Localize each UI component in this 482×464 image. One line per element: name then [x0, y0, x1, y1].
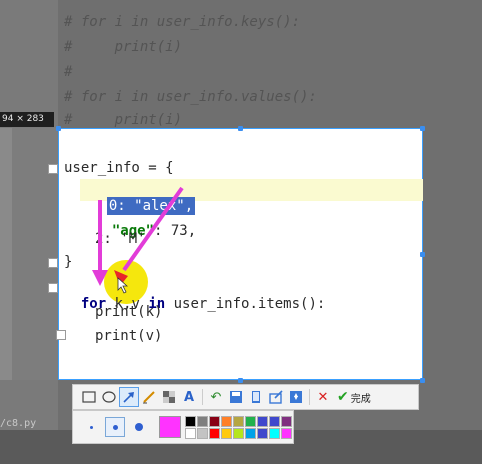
done-label: 完成: [350, 393, 371, 405]
color-swatch[interactable]: [197, 427, 208, 439]
ellipse-tool[interactable]: [99, 387, 119, 407]
text-tool[interactable]: A: [179, 387, 199, 407]
color-swatch[interactable]: [269, 415, 280, 427]
mosaic-icon: [163, 391, 175, 403]
pen-icon: [143, 391, 155, 404]
pin-button[interactable]: [246, 387, 266, 407]
rectangle-tool[interactable]: [79, 387, 99, 407]
arrow-annotation-2: [114, 186, 184, 286]
arrow-tool[interactable]: [119, 387, 139, 407]
done-button[interactable]: ✔ 完成: [337, 389, 371, 405]
current-color-swatch[interactable]: [159, 416, 181, 438]
color-swatch[interactable]: [185, 415, 196, 427]
toolbar-separator: [202, 389, 203, 405]
color-swatch[interactable]: [209, 427, 220, 439]
color-swatch[interactable]: [185, 427, 196, 439]
medium-dot-icon: [112, 424, 118, 430]
pen-tool[interactable]: [139, 387, 159, 407]
color-swatch[interactable]: [281, 427, 292, 439]
color-swatch[interactable]: [221, 427, 232, 439]
bookmark-icon: [290, 391, 302, 403]
cancel-button[interactable]: ✕: [313, 387, 333, 407]
save-icon: [230, 391, 242, 403]
undo-icon: ↶: [210, 389, 222, 405]
color-swatch[interactable]: [245, 427, 256, 439]
color-swatch[interactable]: [257, 415, 268, 427]
arrow-annotation-1: [92, 200, 108, 286]
arrow-icon: [123, 392, 134, 403]
color-swatch[interactable]: [281, 415, 292, 427]
bookmark-button[interactable]: [286, 387, 306, 407]
brush-size-small[interactable]: [81, 417, 101, 437]
color-palette: [185, 415, 292, 439]
color-swatch[interactable]: [257, 427, 268, 439]
annotation-toolbar: A ↶ ✕ ✔ 完成: [72, 384, 419, 410]
text-icon: A: [183, 389, 195, 405]
large-dot-icon: [135, 423, 143, 431]
mosaic-tool[interactable]: [159, 387, 179, 407]
toolbar-separator: [309, 389, 310, 405]
share-icon: [269, 390, 283, 404]
close-icon: ✕: [317, 389, 329, 405]
brush-size-medium[interactable]: [105, 417, 125, 437]
small-dot-icon: [89, 425, 93, 429]
color-swatch[interactable]: [197, 415, 208, 427]
color-swatch[interactable]: [269, 427, 280, 439]
ellipse-icon: [102, 391, 116, 403]
color-swatch[interactable]: [233, 427, 244, 439]
undo-button[interactable]: ↶: [206, 387, 226, 407]
style-toolbar: [72, 410, 294, 444]
color-swatch[interactable]: [233, 415, 244, 427]
save-button[interactable]: [226, 387, 246, 407]
pin-icon: [252, 391, 260, 403]
color-swatch[interactable]: [221, 415, 232, 427]
rectangle-icon: [82, 391, 96, 403]
share-button[interactable]: [266, 387, 286, 407]
color-swatch[interactable]: [209, 415, 220, 427]
check-icon: ✔: [337, 389, 349, 405]
color-swatch[interactable]: [245, 415, 256, 427]
brush-size-large[interactable]: [129, 417, 149, 437]
